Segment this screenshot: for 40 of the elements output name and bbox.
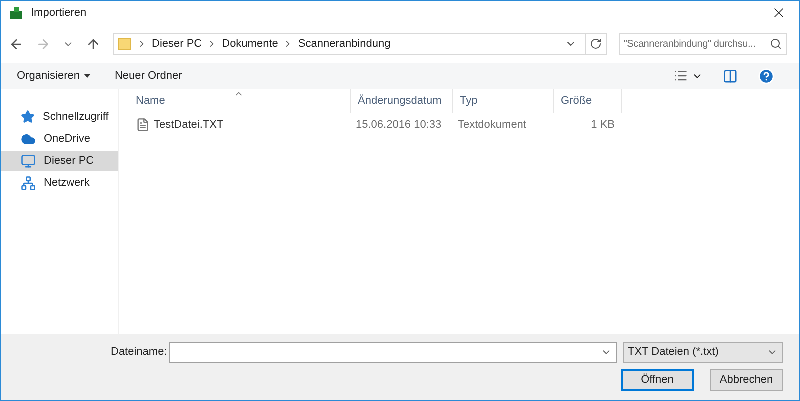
- caret-icon: [84, 74, 91, 78]
- file-type-dropdown[interactable]: TXT Dateien (*.txt): [623, 342, 783, 363]
- column-header[interactable]: Größe: [554, 89, 622, 113]
- folder-icon: [118, 37, 132, 51]
- search-field[interactable]: "Scanneranbindung" durchsu...: [618, 33, 787, 55]
- sidebar-item[interactable]: Dieser PC: [1, 151, 118, 171]
- sidebar-item[interactable]: Netzwerk: [1, 173, 118, 193]
- filename-field[interactable]: [169, 342, 618, 363]
- table-cell-text: Textdokument: [457, 118, 528, 133]
- table-cell-text: 15.06.2016 10:33: [355, 118, 443, 133]
- breadcrumb[interactable]: Dieser PC: [152, 36, 202, 52]
- help-icon[interactable]: [758, 68, 775, 84]
- column-header[interactable]: Name: [129, 89, 351, 113]
- table-cell[interactable]: TestDatei.TXT: [129, 116, 351, 134]
- table-cell-text: 1 KB: [590, 118, 616, 133]
- refresh-icon[interactable]: [590, 38, 602, 50]
- star-icon: [21, 110, 35, 124]
- network-icon: [21, 176, 36, 190]
- search-icon: [770, 38, 782, 50]
- sidebar-item[interactable]: Schnellzugriff: [1, 107, 118, 127]
- column-header[interactable]: Typ: [453, 89, 554, 113]
- breadcrumb[interactable]: Scanneranbindung: [298, 36, 391, 52]
- filename-label: Dateiname:: [111, 345, 168, 360]
- sidebar-item[interactable]: OneDrive: [1, 129, 118, 149]
- new-folder-button[interactable]: Neuer Ordner: [114, 68, 182, 84]
- back-button[interactable]: [9, 36, 24, 52]
- file-icon: [136, 118, 150, 132]
- cancel-button[interactable]: Abbrechen: [710, 369, 783, 391]
- app-icon: [9, 6, 23, 20]
- address-bar[interactable]: Dieser PC Dokumente Scanneranbindung: [113, 33, 607, 55]
- column-header[interactable]: Änderungsdatum: [351, 89, 453, 113]
- window-title: Importieren: [31, 6, 87, 21]
- breadcrumb[interactable]: Dokumente: [222, 36, 278, 52]
- organize-menu[interactable]: Organisieren: [17, 68, 91, 84]
- open-button[interactable]: Öffnen: [621, 369, 694, 391]
- preview-pane-icon[interactable]: [723, 68, 738, 84]
- cloud-icon: [21, 132, 36, 146]
- monitor-icon: [21, 154, 36, 168]
- up-button[interactable]: [86, 36, 101, 52]
- view-icon[interactable]: [674, 69, 688, 83]
